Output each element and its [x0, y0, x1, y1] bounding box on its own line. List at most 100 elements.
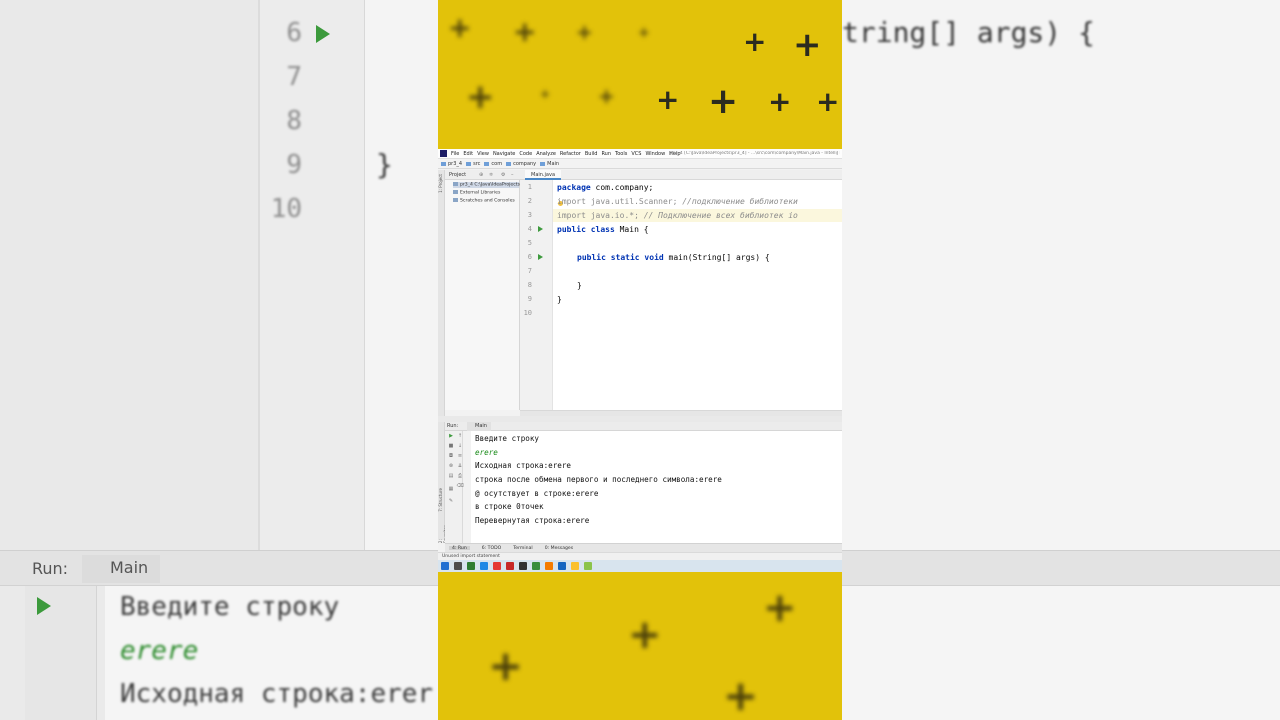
left-tool-strip: 1: Project 7: Structure 2: Favorites: [438, 170, 448, 543]
layout-icon[interactable]: ▦: [447, 486, 455, 492]
console-line: Введите строку: [475, 434, 540, 443]
favorites-tool-button[interactable]: 2: Favorites: [438, 525, 448, 543]
bg-line-number: 8: [286, 106, 302, 136]
edge-icon[interactable]: [480, 562, 488, 570]
line-number: 8: [527, 281, 532, 289]
console-line: в строке 0точек: [475, 502, 544, 511]
arrow-up-icon[interactable]: ↑: [456, 433, 464, 439]
opera-icon[interactable]: [506, 562, 514, 570]
pin-icon[interactable]: ✎: [447, 498, 455, 504]
project-view-dropdown[interactable]: Project: [449, 172, 466, 178]
tab-messages[interactable]: 0: Messages: [545, 546, 573, 551]
soft-wrap-icon[interactable]: ≡: [456, 453, 464, 459]
bg-run-tab: Main: [82, 555, 161, 583]
gear-icon[interactable]: ⚙: [501, 172, 505, 178]
folder-icon: [453, 182, 458, 186]
line-number: 6: [527, 253, 532, 261]
sparkle-icon: +: [708, 81, 739, 122]
bg-run-toolbar: [25, 586, 97, 720]
arrow-down-icon[interactable]: ↓: [456, 443, 464, 449]
chrome-icon[interactable]: [493, 562, 501, 570]
tab-main-java[interactable]: Main.java: [525, 170, 562, 180]
windows-start-icon[interactable]: [441, 562, 449, 570]
app-icon[interactable]: [584, 562, 592, 570]
locate-icon[interactable]: ⊕: [479, 172, 483, 178]
code-line-2: import java.util.Scanner; //подключение …: [557, 197, 798, 206]
sparkle-icon: +: [576, 20, 593, 44]
sparkle-icon: +: [598, 84, 615, 108]
sparkle-icon: +: [816, 85, 840, 118]
stop-icon[interactable]: ■: [447, 443, 455, 449]
menu-analyze[interactable]: Analyze: [536, 151, 556, 157]
console-line: строка после обмена первого и последнего…: [475, 475, 722, 484]
trash-icon[interactable]: ⌫: [456, 483, 464, 489]
scroll-to-end-icon[interactable]: ⇊: [456, 463, 464, 469]
bg-line-number: 7: [286, 62, 302, 92]
breadcrumb-item[interactable]: src: [466, 161, 480, 167]
rerun-icon[interactable]: ▶: [447, 433, 455, 439]
sparkle-icon: +: [638, 25, 650, 41]
run-config-tab[interactable]: Main: [467, 422, 491, 431]
run-main-icon[interactable]: [538, 254, 543, 260]
sparkle-icon: +: [466, 77, 495, 117]
line-number: 2: [527, 197, 532, 205]
run-class-icon[interactable]: [538, 226, 543, 232]
run-panel-title: Run:: [447, 423, 459, 429]
menu-window[interactable]: Window: [645, 151, 665, 157]
tree-item-project-root[interactable]: pr3_4 C:\Java\IdeaProjects\: [453, 182, 522, 188]
line-number: 9: [527, 295, 532, 303]
bg-code-line: tring[] args) {: [842, 16, 1095, 49]
breadcrumb-item[interactable]: pr3_4: [441, 161, 462, 167]
code-line-4: public class Main {: [557, 225, 649, 234]
menu-view[interactable]: View: [477, 151, 489, 157]
code-line-3: import java.io.*; // Подключение всех би…: [557, 211, 798, 220]
editor-toolbar: Project ⊕ ≑ ⚙ – Main.java: [445, 170, 842, 180]
library-icon: [453, 190, 458, 194]
minimize-icon[interactable]: –: [511, 172, 514, 178]
project-tool-button[interactable]: 1: Project: [438, 174, 445, 193]
title-bar: File Edit View Navigate Code Analyze Ref…: [438, 149, 842, 159]
tree-item-external-libraries[interactable]: External Libraries: [453, 190, 500, 196]
menu-bar: File Edit View Navigate Code Analyze Ref…: [451, 151, 681, 157]
exit-icon[interactable]: ⊗: [447, 463, 455, 469]
breadcrumb-item[interactable]: company: [506, 161, 536, 167]
menu-build[interactable]: Build: [585, 151, 598, 157]
structure-tool-button[interactable]: 7: Structure: [438, 488, 445, 512]
explorer-icon[interactable]: [519, 562, 527, 570]
search-icon[interactable]: [454, 562, 462, 570]
menu-refactor[interactable]: Refactor: [560, 151, 581, 157]
menu-edit[interactable]: Edit: [463, 151, 473, 157]
settings-icon[interactable]: ▤: [447, 473, 455, 479]
breadcrumb: pr3_4 src com company Main: [438, 159, 842, 169]
bg-code-line: }: [376, 148, 393, 181]
menu-navigate[interactable]: Navigate: [493, 151, 515, 157]
app-icon[interactable]: [558, 562, 566, 570]
intellij-taskbar-icon[interactable]: [545, 562, 553, 570]
ide-window: File Edit View Navigate Code Analyze Ref…: [438, 149, 842, 572]
sparkle-icon: +: [793, 25, 822, 65]
tree-item-scratches[interactable]: Scratches and Consoles: [453, 198, 515, 204]
folder-icon[interactable]: [571, 562, 579, 570]
bg-output-line: Введите строку: [120, 592, 340, 622]
menu-code[interactable]: Code: [519, 151, 532, 157]
tree-item-label: Scratches and Consoles: [460, 198, 515, 204]
tab-run[interactable]: 4: Run: [449, 546, 470, 551]
sparkle-icon: +: [448, 11, 472, 44]
console-output[interactable]: [471, 431, 842, 543]
chart-app-icon[interactable]: [532, 562, 540, 570]
print-icon[interactable]: ⎙: [456, 473, 464, 479]
bg-output-line: Исходная строка:erer: [120, 679, 434, 709]
app-icon[interactable]: [467, 562, 475, 570]
tab-todo[interactable]: 6: TODO: [482, 546, 502, 551]
menu-tools[interactable]: Tools: [615, 151, 627, 157]
breadcrumb-item[interactable]: Main: [540, 161, 559, 167]
breadcrumb-item[interactable]: com: [484, 161, 502, 167]
collapse-icon[interactable]: ≑: [489, 172, 493, 178]
line-number: 7: [527, 267, 532, 275]
tab-terminal[interactable]: Terminal: [513, 546, 532, 551]
menu-run[interactable]: Run: [601, 151, 611, 157]
menu-vcs[interactable]: VCS: [631, 151, 641, 157]
menu-file[interactable]: File: [451, 151, 459, 157]
camera-icon[interactable]: ◘: [447, 453, 455, 459]
sparkle-icon: +: [513, 15, 537, 48]
